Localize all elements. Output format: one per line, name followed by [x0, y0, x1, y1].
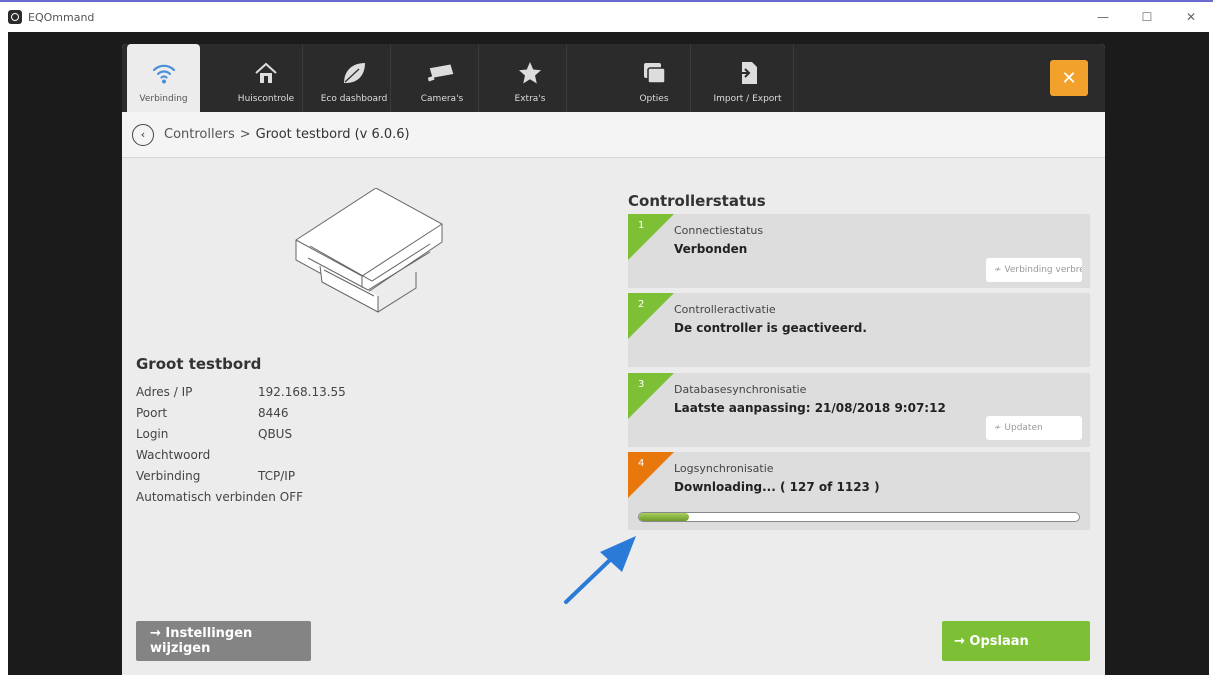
tab-extras-label: Extra's: [514, 94, 546, 104]
step-value: De controller is geactiveerd.: [674, 321, 867, 335]
status-step-database-sync: 3 Databasesynchronisatie Laatste aanpass…: [628, 373, 1090, 447]
prop-row: Automatisch verbinden OFF: [136, 490, 346, 511]
import-export-icon: [732, 58, 764, 88]
prop-row: Login QBUS: [136, 427, 346, 448]
breadcrumb: ‹ Controllers > Groot testbord (v 6.0.6): [122, 112, 1105, 158]
annotation-arrow-icon: [682, 578, 762, 610]
step-value: Laatste aanpassing: 21/08/2018 9:07:12: [674, 401, 946, 415]
wifi-icon: [148, 58, 180, 88]
step-marker: [628, 214, 674, 260]
controller-properties: Adres / IP 192.168.13.55 Poort 8446 Login Q…: [136, 385, 346, 511]
tab-huiscontrole-label: Huiscontrole: [237, 94, 295, 104]
minimize-button[interactable]: —: [1081, 2, 1125, 32]
step-marker: [628, 293, 674, 339]
tab-eco-dashboard[interactable]: Eco dashboard: [318, 44, 391, 112]
status-title: Controllerstatus: [628, 192, 766, 210]
step-label: Connectiestatus: [674, 224, 764, 237]
controller-name: Groot testbord: [136, 355, 262, 373]
window-title: EQOmmand: [28, 10, 95, 24]
blue-arrow-icon: [564, 536, 636, 604]
prop-value: 192.168.13.55: [258, 385, 346, 399]
breadcrumb-current: Groot testbord (v 6.0.6): [255, 127, 410, 142]
prop-key: Wachtwoord: [136, 448, 211, 462]
window-titlebar: EQOmmand — ☐ ✕: [0, 0, 1213, 32]
maximize-button[interactable]: ☐: [1125, 2, 1169, 32]
tab-verbinding-label: Verbinding: [139, 94, 188, 104]
step-value: Verbonden: [674, 242, 748, 256]
step-label: Databasesynchronisatie: [674, 383, 807, 396]
prop-key: Poort: [136, 406, 168, 420]
close-icon[interactable]: ✕: [1050, 60, 1088, 96]
breadcrumb-controllers[interactable]: Controllers: [164, 127, 235, 142]
tab-extras[interactable]: Extra's: [494, 44, 567, 112]
leaf-icon: [338, 58, 370, 88]
tab-opties-label: Opties: [639, 94, 669, 104]
prop-row: Wachtwoord: [136, 448, 346, 469]
status-step-connection: 1 Connectiestatus Verbonden ≁ Verbinding…: [628, 214, 1090, 288]
breadcrumb-separator: >: [239, 127, 251, 142]
step-marker: [628, 452, 674, 498]
windows-icon: [638, 58, 670, 88]
prop-key: Adres / IP: [136, 385, 193, 399]
tab-eco-dashboard-label: Eco dashboard: [320, 94, 388, 104]
step-marker: [628, 373, 674, 419]
prop-value: OFF: [279, 490, 304, 504]
window-left-edge: [0, 32, 8, 675]
controller-illustration: [294, 187, 444, 322]
step-value: Downloading... ( 127 of 1123 ): [674, 480, 880, 494]
step-label: Logsynchronisatie: [674, 462, 774, 475]
prop-key: Automatisch verbinden: [136, 490, 276, 504]
window-right-edge: [1209, 32, 1213, 675]
tab-import-export[interactable]: Import / Export: [702, 44, 794, 112]
save-button[interactable]: → Opslaan: [942, 621, 1090, 661]
step-number: 2: [638, 299, 645, 310]
disconnect-button[interactable]: ≁ Verbinding verbreken: [986, 258, 1082, 282]
camera-icon: [426, 58, 458, 88]
top-nav: Verbinding Huiscontrole Eco dashboard Ca…: [122, 44, 1105, 112]
close-window-button[interactable]: ✕: [1169, 2, 1213, 32]
house-icon: [250, 58, 282, 88]
star-icon: [514, 58, 546, 88]
update-button[interactable]: ≁ Updaten: [986, 416, 1082, 440]
prop-row: Poort 8446: [136, 406, 346, 427]
prop-value: TCP/IP: [258, 469, 296, 483]
app-logo-icon: [8, 10, 22, 24]
tab-huiscontrole[interactable]: Huiscontrole: [230, 44, 303, 112]
prop-value: 8446: [258, 406, 289, 420]
tab-verbinding[interactable]: Verbinding: [127, 44, 200, 112]
status-step-log-sync: 4 Logsynchronisatie Downloading... ( 127…: [628, 452, 1090, 530]
prop-key: Login: [136, 427, 169, 441]
prop-row: Adres / IP 192.168.13.55: [136, 385, 346, 406]
tab-cameras-label: Camera's: [420, 94, 464, 104]
prop-row: Verbinding TCP/IP: [136, 469, 346, 490]
status-step-activation: 2 Controlleractivatie De controller is g…: [628, 293, 1090, 367]
tab-import-export-label: Import / Export: [713, 94, 782, 104]
step-label: Controlleractivatie: [674, 303, 776, 316]
window-controls: — ☐ ✕: [1081, 2, 1213, 32]
progress-fill: [639, 513, 689, 521]
step-number: 1: [638, 220, 645, 231]
prop-value: QBUS: [258, 427, 293, 441]
tab-opties[interactable]: Opties: [618, 44, 691, 112]
log-download-progress: [638, 512, 1080, 522]
step-number: 4: [638, 458, 645, 469]
back-button[interactable]: ‹: [132, 123, 154, 146]
prop-key: Verbinding: [136, 469, 201, 483]
tab-cameras[interactable]: Camera's: [406, 44, 479, 112]
change-settings-button[interactable]: → Instellingen wijzigen: [136, 621, 311, 661]
step-number: 3: [638, 379, 645, 390]
